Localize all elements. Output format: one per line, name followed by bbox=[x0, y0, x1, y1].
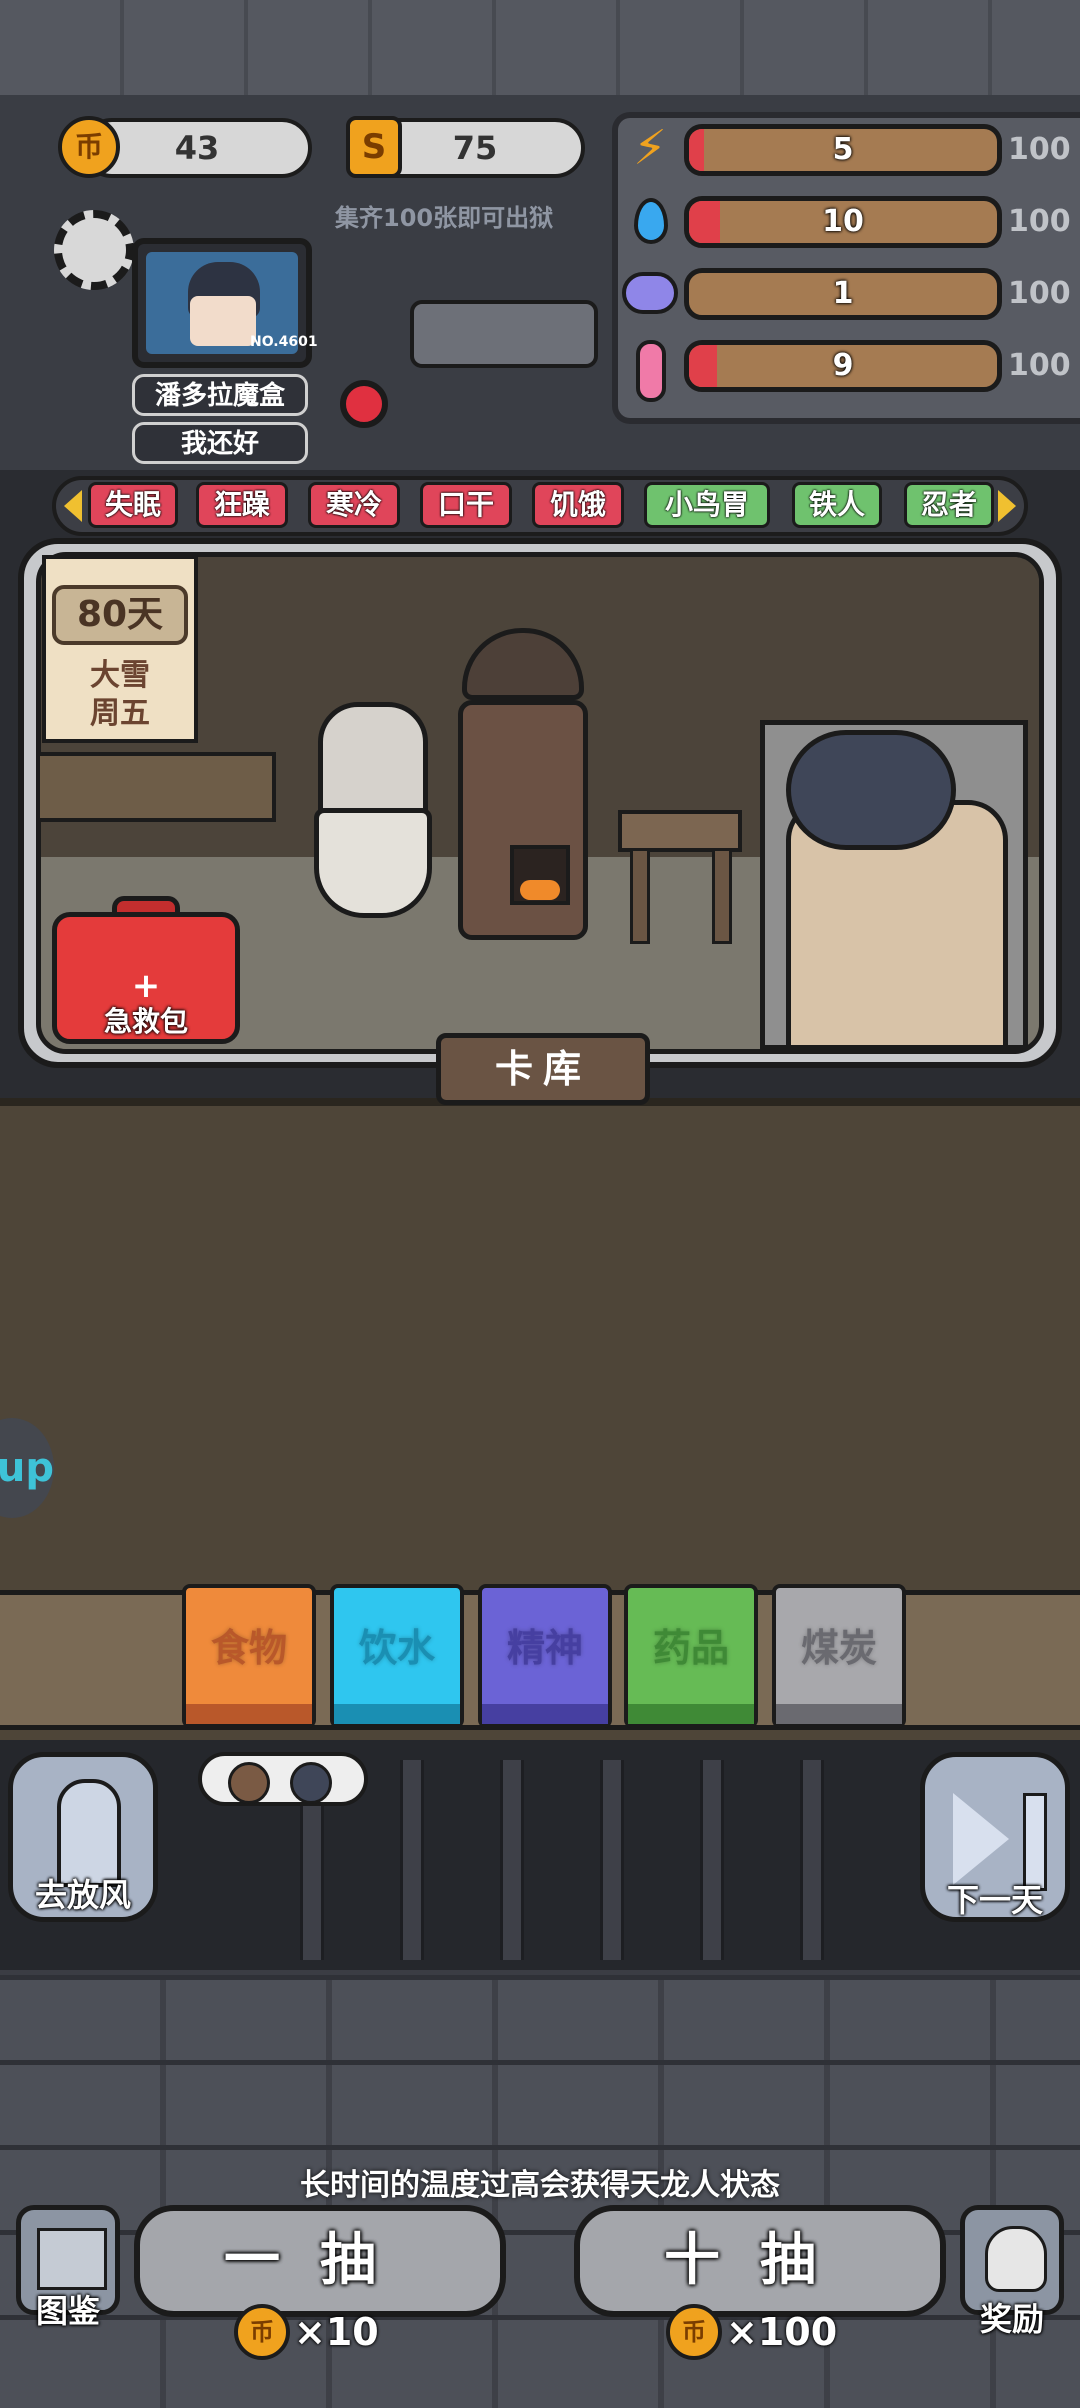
energy-max: 100 bbox=[1008, 132, 1071, 167]
scroll-left-arrow-icon[interactable] bbox=[64, 490, 82, 522]
card-medicine[interactable]: 药品 bbox=[624, 1584, 758, 1728]
ceiling-bricks bbox=[0, 0, 1080, 95]
iron-bar bbox=[600, 1760, 624, 1960]
card-library-title: 卡库 bbox=[436, 1033, 650, 1105]
brick-row bbox=[0, 2060, 1080, 2145]
ticket-icon: S bbox=[346, 116, 402, 178]
portrait-face bbox=[190, 296, 256, 346]
stool-leg bbox=[630, 848, 650, 944]
thermometer-icon bbox=[636, 340, 666, 402]
effect-mania[interactable]: 狂躁 bbox=[196, 482, 288, 528]
mind-max: 100 bbox=[1008, 276, 1071, 311]
iron-bar bbox=[400, 1760, 424, 1960]
temperature-value: 9 bbox=[832, 348, 854, 383]
codex-label: 图鉴 bbox=[35, 2292, 100, 2330]
next-day-label: 下一天 bbox=[946, 1881, 1043, 1919]
coin-icon: 币 bbox=[58, 116, 120, 178]
mouse-icon bbox=[985, 2226, 1047, 2292]
draw-one-button[interactable]: 一抽 bbox=[134, 2205, 506, 2317]
card-coal[interactable]: 煤炭 bbox=[772, 1584, 906, 1728]
mood-tag[interactable]: 我还好 bbox=[132, 422, 308, 464]
effect-ninja[interactable]: 忍者 bbox=[904, 482, 994, 528]
wooden-stool bbox=[618, 810, 742, 852]
sleeping-prisoner[interactable] bbox=[786, 730, 956, 850]
effect-small-stomach[interactable]: 小鸟胃 bbox=[644, 482, 770, 528]
effect-thirst[interactable]: 口干 bbox=[420, 482, 512, 528]
water-drop-icon bbox=[634, 198, 668, 244]
settings-gear-icon[interactable] bbox=[54, 210, 134, 290]
lightning-icon: ⚡ bbox=[633, 120, 667, 176]
card-spirit[interactable]: 精神 bbox=[478, 1584, 612, 1728]
weekday-text: 周五 bbox=[90, 696, 150, 731]
effect-hunger[interactable]: 饥饿 bbox=[532, 482, 624, 528]
guard-face-icon bbox=[290, 1762, 332, 1804]
card-food[interactable]: 食物 bbox=[182, 1584, 316, 1728]
scroll-right-arrow-icon[interactable] bbox=[998, 490, 1016, 522]
draw-ten-button[interactable]: 十抽 bbox=[574, 2205, 946, 2317]
brick-row bbox=[0, 1975, 1080, 2060]
water-value: 10 bbox=[822, 204, 864, 239]
reward-label: 奖励 bbox=[979, 2300, 1044, 2338]
draw-ten-cost: ×100 bbox=[726, 2310, 838, 2354]
character-portrait: NO.4601 bbox=[146, 252, 318, 354]
water-max: 100 bbox=[1008, 204, 1071, 239]
effect-iron-man[interactable]: 铁人 bbox=[792, 482, 882, 528]
toilet-tank[interactable] bbox=[318, 702, 428, 822]
temperature-max: 100 bbox=[1008, 348, 1071, 383]
character-id: NO.4601 bbox=[250, 334, 318, 350]
effect-cold[interactable]: 寒冷 bbox=[308, 482, 400, 528]
release-hint: 集齐100张即可出狱 bbox=[335, 204, 554, 232]
wooden-table bbox=[36, 752, 276, 822]
draw-one-cost: ×10 bbox=[294, 2310, 379, 2354]
camera-machine bbox=[410, 300, 598, 368]
energy-value: 5 bbox=[832, 132, 854, 167]
go-outside-label: 去放风 bbox=[34, 1876, 131, 1914]
brick-row bbox=[0, 2315, 1080, 2408]
brain-icon bbox=[622, 272, 678, 314]
visitors-bubble[interactable] bbox=[198, 1752, 368, 1806]
draw-ten-coin-icon: 币 bbox=[666, 2304, 722, 2360]
toilet-bowl[interactable] bbox=[314, 808, 432, 918]
draw-one-coin-icon: 币 bbox=[234, 2304, 290, 2360]
play-icon bbox=[953, 1793, 1009, 1885]
day-counter: 80天 bbox=[52, 585, 188, 645]
cell-bars-area bbox=[0, 1740, 1080, 1970]
iron-bar bbox=[700, 1760, 724, 1960]
first-aid-label: 急救包 bbox=[103, 1005, 188, 1038]
stool-leg bbox=[712, 848, 732, 944]
alarm-light-icon bbox=[340, 380, 388, 428]
effect-insomnia[interactable]: 失眠 bbox=[88, 482, 178, 528]
item-tag[interactable]: 潘多拉魔盒 bbox=[132, 374, 308, 416]
fire-icon bbox=[520, 880, 560, 900]
card-water[interactable]: 饮水 bbox=[330, 1584, 464, 1728]
gameplay-tip: 长时间的温度过高会获得天龙人状态 bbox=[300, 2168, 780, 2203]
visitor-face-icon bbox=[228, 1762, 270, 1804]
iron-bar bbox=[500, 1760, 524, 1960]
iron-bar bbox=[800, 1760, 824, 1960]
book-icon bbox=[37, 2228, 107, 2290]
mind-value: 1 bbox=[832, 276, 854, 311]
